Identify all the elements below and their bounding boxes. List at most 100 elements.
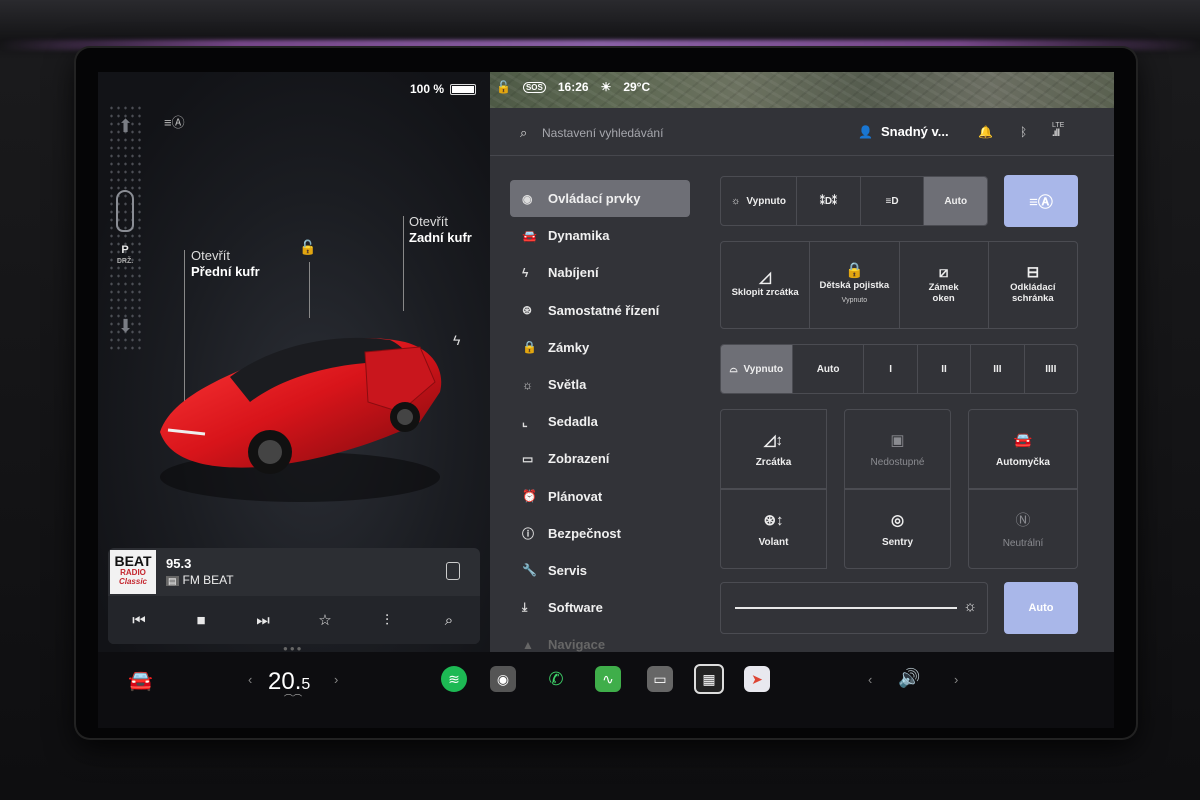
alert-icon: ⓘ bbox=[522, 526, 535, 541]
unlock-icon[interactable]: 🔓 bbox=[299, 239, 316, 256]
brightness-slider[interactable]: ☼ bbox=[720, 582, 988, 634]
station-frequency: 95.3 bbox=[166, 556, 192, 571]
menu-item-autopilot[interactable]: ⊛ Samostatné řízení bbox=[510, 292, 690, 329]
menu-label: Bezpečnost bbox=[548, 525, 621, 541]
volume-down-icon[interactable]: ‹ bbox=[868, 672, 872, 687]
parking-lights-button[interactable]: ⁑D⁑ bbox=[797, 177, 861, 225]
menu-item-locks[interactable]: 🔒 Zámky bbox=[510, 329, 690, 366]
toybox-icon[interactable]: ▭ bbox=[647, 666, 673, 692]
steering-adjust-tile[interactable]: ⊛↕ Volant bbox=[720, 489, 827, 569]
settings-panel: 🔓 SOS 16:26 ☀ 29°C ⌕ 👤 Snadný v... 🔔 ᛒ LT… bbox=[490, 72, 1114, 652]
navigation-app-icon[interactable]: ➤ bbox=[744, 666, 770, 692]
menu-item-safety[interactable]: ⓘ Bezpečnost bbox=[510, 515, 690, 552]
media-search-icon[interactable]: ⌕ bbox=[429, 612, 469, 629]
trunk-callout-line bbox=[403, 216, 404, 311]
wipers-level-3[interactable]: III bbox=[971, 345, 1025, 393]
menu-label: Dynamika bbox=[548, 228, 610, 244]
gear-sub: DRŽ. bbox=[116, 258, 134, 265]
energy-icon[interactable]: ∿ bbox=[595, 666, 621, 692]
stop-icon[interactable]: ■ bbox=[181, 612, 221, 629]
driver-profile[interactable]: 👤 Snadný v... bbox=[858, 124, 949, 139]
window-lock-icon: ⧄ bbox=[938, 263, 949, 281]
wiper-level-label: II bbox=[941, 363, 947, 375]
next-icon[interactable]: ⏭ bbox=[243, 612, 283, 629]
wipers-level-4[interactable]: IIII bbox=[1025, 345, 1077, 393]
menu-item-display[interactable]: ▭ Zobrazení bbox=[510, 440, 690, 477]
menu-item-software[interactable]: ⤓ Software bbox=[510, 589, 690, 626]
menu-item-dynamics[interactable]: 🚘 Dynamika bbox=[510, 217, 690, 254]
previous-icon[interactable]: ⏮ bbox=[119, 612, 159, 629]
apps-launcher-icon[interactable]: ▦ bbox=[694, 664, 724, 694]
window-lock-button[interactable]: ⧄ Zámek oken bbox=[900, 242, 989, 328]
wipers-level-1[interactable]: I bbox=[864, 345, 918, 393]
car-controls-icon[interactable]: 🚘 bbox=[128, 668, 153, 693]
menu-label: Sedadla bbox=[548, 414, 598, 430]
temp-down-icon[interactable]: ‹ bbox=[248, 672, 252, 687]
low-beam-icon: ≡D bbox=[885, 195, 899, 207]
quick-controls: ◿ Sklopit zrcátka 🔒 Dětská pojistka Vypnuto… bbox=[720, 241, 1078, 329]
wipers-auto-button[interactable]: Auto bbox=[793, 345, 865, 393]
menu-item-charging[interactable]: ϟ Nabíjení bbox=[510, 254, 690, 291]
menu-label: Nabíjení bbox=[548, 265, 599, 281]
menu-item-schedule[interactable]: ⏰ Plánovat bbox=[510, 478, 690, 515]
wipers-level-2[interactable]: II bbox=[918, 345, 972, 393]
arrow-down-icon[interactable]: ⬇ bbox=[118, 316, 133, 337]
gear-selector[interactable]: ⬆ P DRŽ. ⬇ bbox=[108, 104, 142, 354]
temp-main: 20. bbox=[268, 668, 302, 695]
logo-bottom: Classic bbox=[118, 577, 148, 586]
equalizer-icon[interactable]: ⫶ bbox=[367, 612, 407, 629]
child-lock-label: Dětská pojistka bbox=[819, 279, 890, 291]
car-render bbox=[160, 337, 442, 502]
spotify-icon[interactable]: ≋ bbox=[441, 666, 467, 692]
arrow-up-icon[interactable]: ⬆ bbox=[118, 116, 133, 137]
frunk-button[interactable]: Otevřít Přední kufr bbox=[191, 248, 260, 280]
sentry-tile[interactable]: ◎ Sentry bbox=[844, 489, 951, 569]
car-wash-tile[interactable]: 🚘 Automyčka bbox=[968, 409, 1078, 489]
search-icon: ⌕ bbox=[520, 125, 528, 140]
volume-up-icon[interactable]: › bbox=[954, 672, 958, 687]
bluetooth-icon[interactable]: ᛒ bbox=[1020, 125, 1027, 139]
menu-label: Zámky bbox=[548, 339, 590, 355]
signal-icon: LTE .ıll bbox=[1052, 122, 1065, 139]
user-icon: 👤 bbox=[858, 125, 873, 139]
search-input[interactable] bbox=[542, 122, 782, 144]
wrench-icon: 🔧 bbox=[522, 563, 537, 578]
clock-time: 16:26 bbox=[557, 80, 589, 94]
low-beam-button[interactable]: ≡D bbox=[861, 177, 925, 225]
favorite-icon[interactable]: ☆ bbox=[305, 611, 345, 629]
wipers-auto-label: Auto bbox=[816, 363, 840, 375]
headlight-off-icon: ☼ bbox=[731, 195, 741, 207]
menu-item-lights[interactable]: ☼ Světla bbox=[510, 366, 690, 403]
wipers-off-button[interactable]: ⌓ Vypnuto bbox=[721, 345, 793, 393]
camera-app-icon[interactable]: ◉ bbox=[490, 666, 516, 692]
fold-mirrors-button[interactable]: ◿ Sklopit zrcátka bbox=[721, 242, 811, 328]
brightness-track[interactable] bbox=[735, 607, 957, 609]
brightness-auto-button[interactable]: Auto bbox=[1004, 582, 1078, 634]
seat-heater-icon[interactable]: ⌒⌒ bbox=[284, 692, 302, 705]
menu-label: Světla bbox=[548, 377, 587, 393]
steering-adjust-icon: ⊛↕ bbox=[763, 511, 784, 529]
display-icon: ▭ bbox=[522, 451, 534, 466]
lock-icon: 🔒 bbox=[522, 340, 537, 355]
headlights-auto-button[interactable]: Auto bbox=[924, 177, 987, 225]
glovebox-button[interactable]: ⊟ Odkládací schránka bbox=[989, 242, 1077, 328]
menu-item-service[interactable]: 🔧 Servis bbox=[510, 552, 690, 589]
parking-lights-icon: ⁑D⁑ bbox=[819, 195, 838, 207]
bell-icon[interactable]: 🔔 bbox=[978, 125, 993, 139]
charge-port-icon[interactable]: ϟ bbox=[453, 332, 460, 348]
child-lock-button[interactable]: 🔒 Dětská pojistka Vypnuto bbox=[810, 242, 900, 328]
logo-mid: RADIO bbox=[120, 568, 146, 577]
auto-high-beam-button[interactable]: ≡Ⓐ bbox=[1004, 175, 1078, 227]
volume-icon[interactable]: 🔊 bbox=[898, 668, 920, 689]
menu-item-seats[interactable]: ⌞ Sedadla bbox=[510, 403, 690, 440]
temp-up-icon[interactable]: › bbox=[334, 672, 338, 687]
mirror-adjust-tile[interactable]: ◿↕ Zrcátka bbox=[720, 409, 827, 489]
sentry-icon: ◎ bbox=[890, 511, 905, 529]
media-controls: ⏮ ■ ⏭ ☆ ⫶ ⌕ bbox=[108, 596, 480, 644]
download-icon: ⤓ bbox=[522, 600, 528, 615]
media-source-icon[interactable] bbox=[446, 562, 460, 580]
trunk-button[interactable]: Otevřít Zadní kufr bbox=[409, 214, 472, 246]
headlights-off-button[interactable]: ☼ Vypnuto bbox=[721, 177, 798, 225]
phone-icon[interactable]: ✆ bbox=[543, 666, 569, 692]
menu-item-controls[interactable]: ◉ Ovládací prvky bbox=[510, 180, 690, 218]
